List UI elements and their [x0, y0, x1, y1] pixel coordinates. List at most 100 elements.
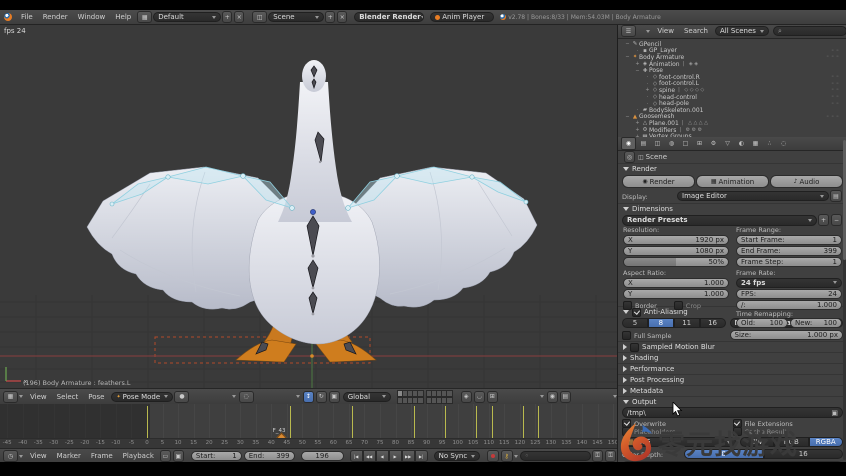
outliner-item-head-control[interactable]: ·◇head-control◦◦ — [618, 94, 846, 101]
resolution-percentage-slider[interactable]: 50% — [623, 257, 729, 267]
render-audio-button[interactable]: ♪ Audio — [770, 175, 843, 188]
aa-sample-5[interactable]: 5 — [622, 318, 648, 328]
tb-menus-item-file[interactable]: File — [21, 13, 33, 21]
vp-menus-item-select[interactable]: Select — [57, 393, 79, 401]
scene-icon[interactable]: ◫ — [252, 11, 267, 23]
manipulator-rotate-icon[interactable]: ↻ — [316, 391, 327, 403]
sync-mode-select[interactable]: No Sync — [434, 451, 480, 461]
current-frame-field[interactable]: 196 — [301, 451, 344, 461]
row-restrict-toggles[interactable]: ◦◦ — [831, 48, 841, 54]
preset-remove-button[interactable]: − — [831, 214, 842, 226]
jump-end-button[interactable]: ▶| — [415, 450, 428, 462]
aa-sample-11[interactable]: 11 — [674, 318, 700, 328]
row-restrict-toggles[interactable]: ◦◦◦ — [826, 114, 841, 120]
ol-menus-item-view[interactable]: View — [657, 27, 674, 35]
outliner-scope-select[interactable]: All Scenes — [715, 26, 769, 36]
outliner-item-foot-control.r[interactable]: ·◇foot-control.R◦◦ — [618, 74, 846, 81]
viewport-shading-icon[interactable]: ● — [174, 391, 189, 403]
keying-set-icon[interactable]: ⚷ — [501, 450, 513, 462]
render-engine-select[interactable]: Blender Render — [354, 12, 424, 22]
delete-keyframe-icon[interactable]: ⚿ — [605, 450, 616, 462]
tb-menus-item-window[interactable]: Window — [78, 13, 106, 21]
active-keying-set-field[interactable]: ◦ — [520, 451, 591, 461]
resolution-y-field[interactable]: Y1080 px — [623, 246, 729, 256]
scene-canvas[interactable]: x — [0, 24, 617, 388]
render-button[interactable]: ◉ Render — [622, 175, 695, 188]
viewport-3d[interactable]: x fps 24 (196) Body Armature : feathers.… — [0, 24, 617, 388]
end-frame-field[interactable]: End: 399 — [244, 451, 295, 461]
row-restrict-toggles[interactable]: ◦◦ — [831, 101, 841, 107]
tl-menus-item-view[interactable]: View — [30, 452, 47, 460]
panel-header-post-processing[interactable]: Post Processing — [618, 374, 846, 385]
scene-delete-button[interactable]: × — [337, 11, 347, 23]
timeline-track[interactable]: F_43 -45-40-35-30-25-20-15-10-5051015202… — [0, 403, 617, 449]
manipulator-translate-icon[interactable]: ↕ — [303, 391, 314, 403]
screen-layout-field[interactable]: Default — [153, 12, 221, 22]
frame-rate-select[interactable]: 24 fps — [736, 278, 842, 288]
tab-modifiers[interactable]: ⚙ — [707, 138, 720, 149]
preset-add-button[interactable]: + — [818, 214, 829, 226]
mode-select[interactable]: ✦ Pose Mode — [111, 392, 173, 402]
lock-icon[interactable]: ◈ — [461, 391, 472, 403]
tab-particles[interactable]: ∴ — [763, 138, 776, 149]
scene-add-button[interactable]: + — [325, 11, 335, 23]
layer-toggle[interactable] — [417, 397, 424, 404]
anim-player-button[interactable]: Anim Player — [430, 12, 494, 22]
snap-magnet-icon[interactable]: ◡ — [474, 391, 485, 403]
tab-world[interactable]: ◍ — [665, 138, 678, 149]
layer-toggle[interactable] — [446, 397, 453, 404]
aa-sample-8[interactable]: 8 — [648, 318, 674, 328]
full-sample-checkbox[interactable] — [622, 331, 631, 340]
start-frame-prop-field[interactable]: Start Frame:1 — [736, 235, 842, 245]
editor-type-button[interactable]: ▦ — [3, 391, 18, 403]
layout-delete-button[interactable]: × — [234, 11, 244, 23]
manipulator-scale-icon[interactable]: ▣ — [329, 391, 340, 403]
tb-menus-item-help[interactable]: Help — [115, 13, 131, 21]
aa-size-field[interactable]: Size:1.000 px — [730, 330, 844, 340]
render-presets-select[interactable]: Render Presets — [622, 215, 817, 226]
end-frame-prop-field[interactable]: End Frame:399 — [736, 246, 842, 256]
display-select[interactable]: Image Editor — [677, 191, 829, 201]
remap-old-field[interactable]: Old:100 — [736, 318, 788, 328]
fps-base-field[interactable]: /:1.000 — [736, 300, 842, 310]
panel-header-shading[interactable]: Shading — [618, 352, 846, 363]
vp-menus-item-pose[interactable]: Pose — [88, 393, 104, 401]
tl-menus-item-marker[interactable]: Marker — [57, 452, 81, 460]
outliner-search-input[interactable]: ⌕ — [773, 26, 846, 36]
panel-header-output[interactable]: Output — [618, 396, 846, 407]
screen-layout-icon[interactable]: ▦ — [137, 11, 152, 23]
tab-texture[interactable]: ▦ — [749, 138, 762, 149]
sampled motion blur-checkbox[interactable] — [630, 343, 639, 352]
resolution-x-field[interactable]: X1920 px — [623, 235, 729, 245]
output-path-field[interactable]: /tmp\ ▣ — [622, 407, 843, 418]
insert-keyframe-icon[interactable]: ⚿ — [592, 450, 603, 462]
blender-logo-icon[interactable] — [4, 13, 12, 21]
jump-start-button[interactable]: |◀ — [350, 450, 363, 462]
aspect-x-field[interactable]: X1.000 — [623, 278, 729, 288]
auto-keyframe-record-icon[interactable] — [487, 450, 499, 462]
border-checkbox[interactable] — [623, 301, 632, 310]
pin-icon[interactable]: ◎ — [624, 151, 635, 163]
panel-header-metadata[interactable]: Metadata — [618, 385, 846, 396]
tab-render-layers[interactable]: ▤ — [637, 138, 650, 149]
outliner-item-pose[interactable]: −✚Pose — [618, 67, 846, 74]
preview-range-icon[interactable]: ▭ — [160, 450, 171, 462]
panel-header-dimensions[interactable]: Dimensions — [618, 203, 846, 214]
remap-new-field[interactable]: New:100 — [790, 318, 842, 328]
render-opengl-icon[interactable]: ◉ — [547, 391, 558, 403]
tab-object[interactable]: □ — [679, 138, 692, 149]
row-restrict-toggles[interactable]: ◦◦ — [831, 87, 841, 93]
outliner-editor-icon[interactable]: ☰ — [621, 25, 636, 37]
tab-object-data[interactable]: ▽ — [721, 138, 734, 149]
outliner-item-foot-control.l[interactable]: ·◇foot-control.L◦◦ — [618, 81, 846, 88]
tb-menus-item-render[interactable]: Render — [43, 13, 68, 21]
selected-bone-joint[interactable] — [310, 209, 315, 214]
crop-checkbox[interactable] — [674, 301, 683, 310]
scene-field[interactable]: Scene — [268, 12, 324, 22]
tab-render[interactable]: ◉ — [621, 137, 636, 150]
row-restrict-toggles[interactable]: ◦◦ — [831, 94, 841, 100]
row-restrict-toggles[interactable]: ◦◦◦ — [826, 54, 841, 60]
aa-sample-16[interactable]: 16 — [700, 318, 726, 328]
panel-header-render[interactable]: Render — [618, 163, 846, 174]
layer-toggle[interactable] — [446, 390, 453, 397]
